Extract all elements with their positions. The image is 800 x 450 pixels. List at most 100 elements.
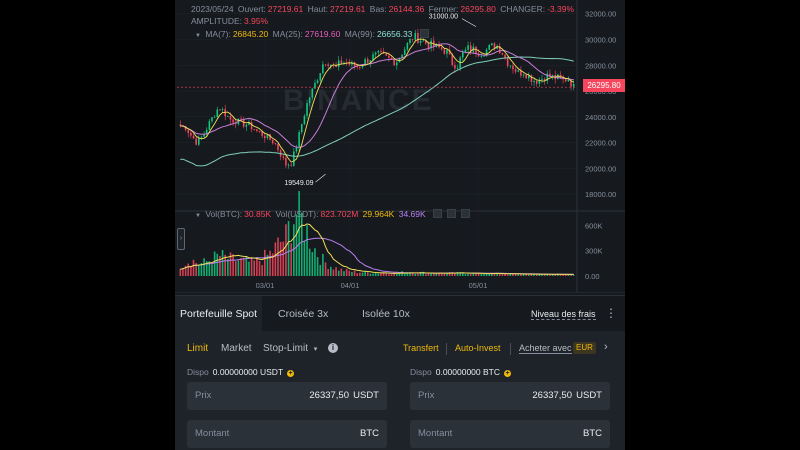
volume-bar (327, 268, 329, 276)
volume-visibility-icon[interactable] (447, 209, 457, 218)
order-type-limit[interactable]: Limit (187, 343, 208, 354)
volume-bar (179, 269, 182, 276)
sell-amount-label: Montant (418, 428, 453, 439)
amplitude-label: AMPLITUDE: (191, 16, 243, 26)
candle-body (287, 164, 290, 166)
volume-caret-icon[interactable]: ▼ (195, 213, 201, 219)
price-tick-label: 24000.00 (585, 113, 616, 122)
more-options-icon[interactable]: ⋮ (605, 296, 617, 332)
volume-bar (216, 253, 219, 276)
candle-body (314, 82, 316, 89)
order-type-stop-limit[interactable]: Stop-Limit ▾ (263, 343, 317, 354)
fee-level-link[interactable]: Niveau des frais (531, 296, 596, 332)
candle-body (208, 121, 211, 130)
volume-bar (264, 249, 266, 276)
price-tick-label: 20000.00 (585, 164, 616, 173)
tab-spot-wallet[interactable]: Portefeuille Spot (175, 296, 263, 332)
volume-bar (211, 264, 213, 276)
volume-bar (308, 248, 311, 276)
candle-body (380, 50, 382, 52)
buy-price-input[interactable]: Prix 26337,50 USDT (187, 382, 387, 410)
volume-bar (203, 258, 205, 276)
volume-bar (311, 252, 314, 276)
currency-badge[interactable]: EUR (573, 342, 596, 354)
ma7-label: MA(7): (205, 29, 231, 39)
chevron-right-icon[interactable]: › (604, 341, 608, 353)
price-tick-label: 30000.00 (585, 36, 616, 45)
auto-invest-link[interactable]: Auto-Invest (455, 343, 501, 353)
candle-body (316, 80, 319, 83)
sell-amount-input[interactable]: Montant BTC (410, 420, 610, 448)
candle-body (388, 55, 390, 58)
volume-bar (253, 260, 256, 276)
volume-bar (546, 274, 549, 276)
buy-dispo-value: 0.00000000 USDT (212, 367, 284, 377)
volume-bar (290, 243, 292, 276)
volume-bar (298, 191, 300, 276)
tab-cross-margin[interactable]: Croisée 3x (278, 296, 328, 332)
candle-body (491, 43, 493, 46)
candle-body (446, 49, 448, 54)
transfer-link[interactable]: Transfert (403, 343, 439, 353)
candle-body (488, 45, 490, 50)
candle-body (298, 132, 300, 148)
volume-bar (282, 241, 285, 276)
candle-body (567, 79, 570, 82)
candle-body (480, 55, 483, 57)
volume-bar (528, 274, 530, 276)
buy-deposit-plus-icon[interactable]: + (287, 370, 295, 377)
tab-isolated-margin[interactable]: Isolée 10x (362, 296, 410, 332)
candle-body (541, 79, 543, 80)
ma-line[interactable]: ▼ MA(7): 26845.20 MA(25): 27619.60 MA(99):… (195, 29, 431, 39)
candle-body (195, 138, 197, 145)
chart-expand-handle-icon[interactable]: › (177, 228, 185, 250)
candle-body (319, 73, 322, 81)
volume-settings-icon[interactable] (433, 209, 443, 218)
fee-level-text: Niveau des frais (531, 309, 596, 320)
candle-body (300, 124, 303, 133)
buy-price-label: Prix (195, 390, 212, 401)
candle-body (385, 53, 388, 56)
volume-bar (572, 275, 575, 276)
volume-bar (269, 250, 271, 276)
chart-canvas[interactable]: 32000.0030000.0028000.0026000.0024000.00… (175, 0, 625, 293)
collapse-caret-icon[interactable]: ▼ (195, 33, 201, 39)
volume-bar (256, 257, 258, 276)
volume-bar (435, 273, 438, 276)
sell-deposit-plus-icon[interactable]: + (504, 370, 512, 377)
volume-bar (401, 271, 403, 276)
volume-close-icon[interactable] (461, 209, 471, 218)
candle-body (324, 64, 327, 66)
ma-settings-icon[interactable] (419, 29, 429, 38)
candle-body (525, 74, 527, 79)
buy-with-link[interactable]: Acheter avec (519, 343, 572, 354)
candle-body (274, 143, 277, 145)
volume-bar (353, 270, 356, 276)
candle-body (229, 116, 232, 120)
candle-body (456, 68, 459, 69)
candle-body (522, 74, 525, 76)
candle-body (242, 119, 245, 127)
candle-body (227, 116, 229, 117)
sell-price-input[interactable]: Prix 26337,50 USDT (410, 382, 610, 410)
buy-price-value[interactable]: 26337,50 (309, 382, 349, 410)
min-annotation-label: 19549.09 (284, 180, 313, 187)
info-icon[interactable]: i (328, 343, 338, 353)
sell-available-balance: Dispo 0.00000000 BTC + (410, 367, 512, 377)
candle-body (504, 54, 506, 58)
order-type-market[interactable]: Market (221, 343, 252, 354)
candle-body (419, 40, 422, 43)
volume-bar (221, 250, 224, 276)
ohlc-line: 2023/05/24 Ouvert: 27219.61 Haut: 27219.61… (191, 4, 576, 14)
volume-bar (364, 271, 366, 276)
buy-amount-input[interactable]: Montant BTC (187, 420, 387, 448)
candlestick-chart[interactable]: 32000.0030000.0028000.0026000.0024000.00… (175, 0, 625, 293)
candle-body (337, 60, 340, 67)
volume-line[interactable]: ▼ Vol(BTC): 30.85K Vol(USDT): 823.702M 29.… (195, 209, 472, 219)
candle-body (374, 52, 377, 55)
candle-body (192, 135, 195, 139)
sell-price-value[interactable]: 26337,50 (532, 382, 572, 410)
volume-bar (232, 254, 234, 276)
volume-bar (414, 273, 417, 276)
candle-body (483, 55, 485, 57)
